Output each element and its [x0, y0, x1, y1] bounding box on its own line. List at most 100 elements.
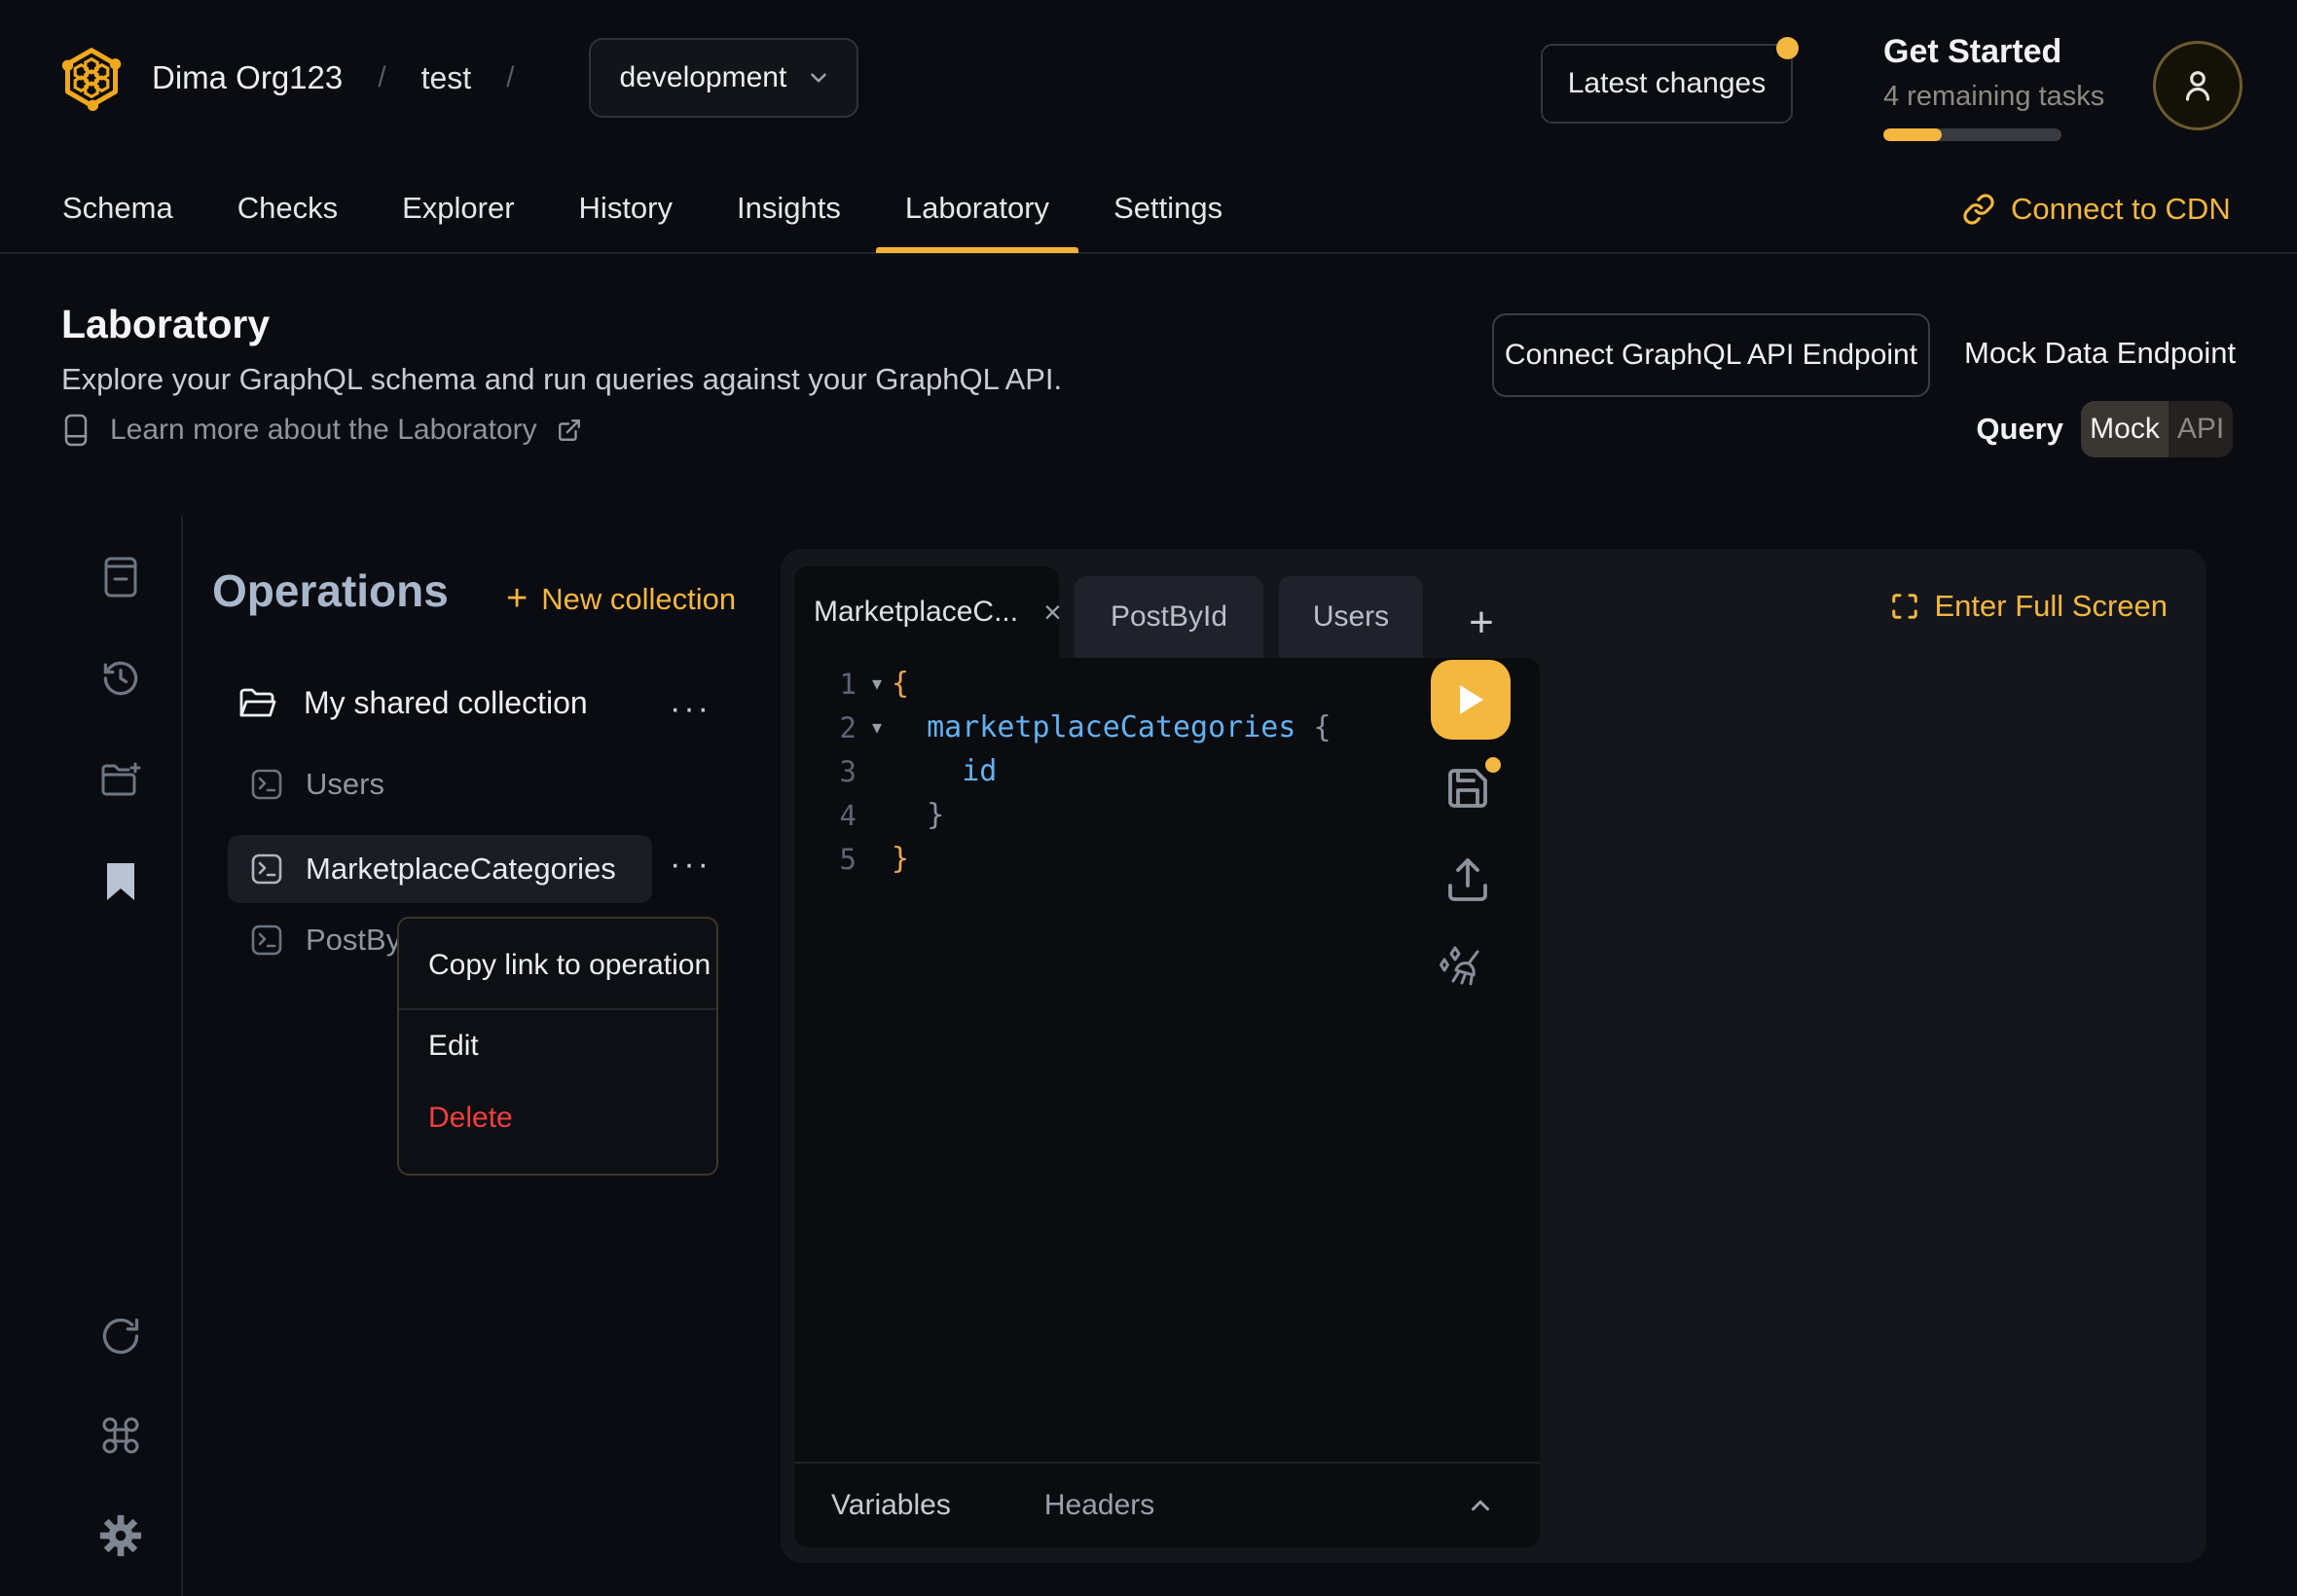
connect-graphql-endpoint-button[interactable]: Connect GraphQL API Endpoint — [1492, 313, 1930, 397]
rail-collections-button[interactable] — [97, 858, 144, 905]
tab-checks[interactable]: Checks — [222, 163, 353, 253]
breadcrumb-org[interactable]: Dima Org123 — [152, 59, 343, 96]
enter-fullscreen-button[interactable]: Enter Full Screen — [1890, 582, 2169, 631]
connect-endpoint-label: Connect GraphQL API Endpoint — [1505, 339, 1917, 372]
connect-cdn-link[interactable]: Connect to CDN — [1962, 163, 2231, 254]
bookmark-icon — [105, 861, 136, 902]
rail-settings-button[interactable] — [97, 1512, 144, 1559]
operation-item-users[interactable]: Users — [249, 767, 384, 802]
operation-icon — [249, 767, 284, 802]
mock-endpoint-label: Mock Data Endpoint — [1964, 336, 2236, 371]
menu-item-edit[interactable]: Edit — [399, 1010, 716, 1082]
code-text: { — [892, 667, 909, 701]
header-brand-row: Dima Org123 / test / development — [58, 35, 858, 121]
query-mode-mock[interactable]: Mock — [2081, 401, 2169, 457]
history-icon — [99, 657, 142, 700]
page-title: Laboratory — [61, 302, 270, 347]
query-workspace: MarketplaceC... × PostById Users + Enter… — [781, 549, 2206, 1563]
breadcrumb-separator: / — [378, 61, 385, 94]
editor-tab-postbyid[interactable]: PostById — [1075, 576, 1263, 658]
collection-row[interactable]: My shared collection — [237, 685, 588, 721]
command-icon — [99, 1414, 142, 1457]
tab-laboratory[interactable]: Laboratory — [890, 163, 1065, 253]
breadcrumb-project[interactable]: test — [421, 60, 472, 96]
operation-context-menu: Copy link to operation Edit Delete — [397, 917, 718, 1176]
person-icon — [2177, 65, 2218, 106]
gear-icon — [98, 1513, 143, 1558]
prettify-button[interactable] — [1435, 940, 1489, 995]
operation-more-button[interactable]: ··· — [670, 854, 711, 874]
book-icon — [61, 413, 91, 448]
refresh-icon — [99, 1315, 142, 1358]
code-line[interactable]: 3 id — [794, 749, 1540, 793]
rail-history-button[interactable] — [97, 655, 144, 702]
operation-item-marketplacecategories[interactable]: MarketplaceCategories — [228, 835, 652, 903]
query-mode-api[interactable]: API — [2169, 401, 2233, 457]
tab-explorer[interactable]: Explorer — [386, 163, 529, 253]
play-icon — [1456, 683, 1485, 716]
learn-more-link[interactable]: Learn more about the Laboratory — [61, 413, 582, 448]
tab-settings[interactable]: Settings — [1098, 163, 1238, 253]
line-number: 5 — [794, 843, 862, 876]
add-tab-button[interactable]: + — [1452, 576, 1511, 670]
external-link-icon — [557, 417, 582, 443]
collapse-chevron-icon[interactable] — [1466, 1491, 1495, 1520]
link-icon — [1962, 193, 1995, 226]
get-started-progress-track — [1883, 128, 2061, 141]
operation-icon — [249, 923, 284, 958]
close-tab-icon[interactable]: × — [1043, 595, 1062, 631]
fold-arrow-icon[interactable]: ▾ — [862, 715, 892, 740]
save-operation-button[interactable] — [1444, 765, 1503, 827]
environment-select[interactable]: development — [589, 38, 859, 118]
code-line[interactable]: 4 } — [794, 793, 1540, 837]
editor-tab-users[interactable]: Users — [1279, 576, 1423, 658]
tab-history[interactable]: History — [564, 163, 688, 253]
new-collection-button[interactable]: + New collection — [506, 578, 736, 620]
hive-logo[interactable] — [58, 45, 125, 111]
line-number: 3 — [794, 755, 862, 788]
latest-changes-button[interactable]: Latest changes — [1541, 44, 1793, 124]
menu-item-delete[interactable]: Delete — [399, 1082, 716, 1154]
code-line[interactable]: 1▾{ — [794, 662, 1540, 706]
rail-refresh-button[interactable] — [97, 1313, 144, 1360]
menu-item-copy-link[interactable]: Copy link to operation — [399, 923, 716, 1008]
latest-changes-label: Latest changes — [1568, 67, 1766, 100]
collection-more-button[interactable]: ··· — [670, 699, 711, 718]
tab-insights[interactable]: Insights — [721, 163, 857, 253]
code-line[interactable]: 5} — [794, 837, 1540, 881]
learn-more-label: Learn more about the Laboratory — [110, 414, 537, 447]
code-editor-lines[interactable]: 1▾{2▾ marketplaceCategories {3 id4 }5} — [794, 662, 1540, 881]
get-started-subtitle: 4 remaining tasks — [1883, 81, 2104, 113]
environment-select-value: development — [620, 61, 787, 94]
rail-docs-button[interactable] — [97, 554, 144, 600]
operations-panel-title: Operations — [212, 564, 449, 617]
magic-broom-icon — [1435, 940, 1489, 995]
variables-tab[interactable]: Variables — [831, 1489, 951, 1522]
save-icon — [1444, 765, 1491, 812]
page-subtitle: Explore your GraphQL schema and run quer… — [61, 362, 1062, 397]
connect-cdn-label: Connect to CDN — [2011, 192, 2231, 227]
user-avatar[interactable] — [2153, 41, 2242, 130]
query-editor[interactable]: 1▾{2▾ marketplaceCategories {3 id4 }5} V… — [794, 658, 1540, 1547]
line-number: 2 — [794, 711, 862, 744]
mock-data-endpoint-button[interactable]: Mock Data Endpoint — [1964, 313, 2236, 393]
rail-shortcuts-button[interactable] — [97, 1412, 144, 1459]
code-text: } — [892, 842, 909, 876]
tab-schema[interactable]: Schema — [47, 163, 189, 253]
rail-new-collection-button[interactable] — [97, 756, 144, 803]
get-started-progress-fill — [1883, 128, 1942, 141]
editor-tab-label: MarketplaceC... — [814, 596, 1018, 629]
get-started-widget[interactable]: Get Started 4 remaining tasks — [1883, 33, 2104, 141]
code-line[interactable]: 2▾ marketplaceCategories { — [794, 706, 1540, 749]
editor-tab-marketplacecategories[interactable]: MarketplaceC... × — [794, 566, 1059, 658]
headers-tab[interactable]: Headers — [1044, 1489, 1154, 1522]
chevron-down-icon — [806, 65, 831, 91]
share-operation-button[interactable] — [1444, 854, 1491, 905]
query-mode-toggle: Mock API — [2081, 401, 2233, 457]
code-text: } — [892, 798, 944, 832]
collection-name: My shared collection — [304, 685, 588, 721]
run-query-button[interactable] — [1431, 660, 1511, 740]
unsaved-changes-dot — [1485, 757, 1501, 773]
query-mode-label: Query — [1947, 401, 2063, 457]
fold-arrow-icon[interactable]: ▾ — [862, 671, 892, 696]
